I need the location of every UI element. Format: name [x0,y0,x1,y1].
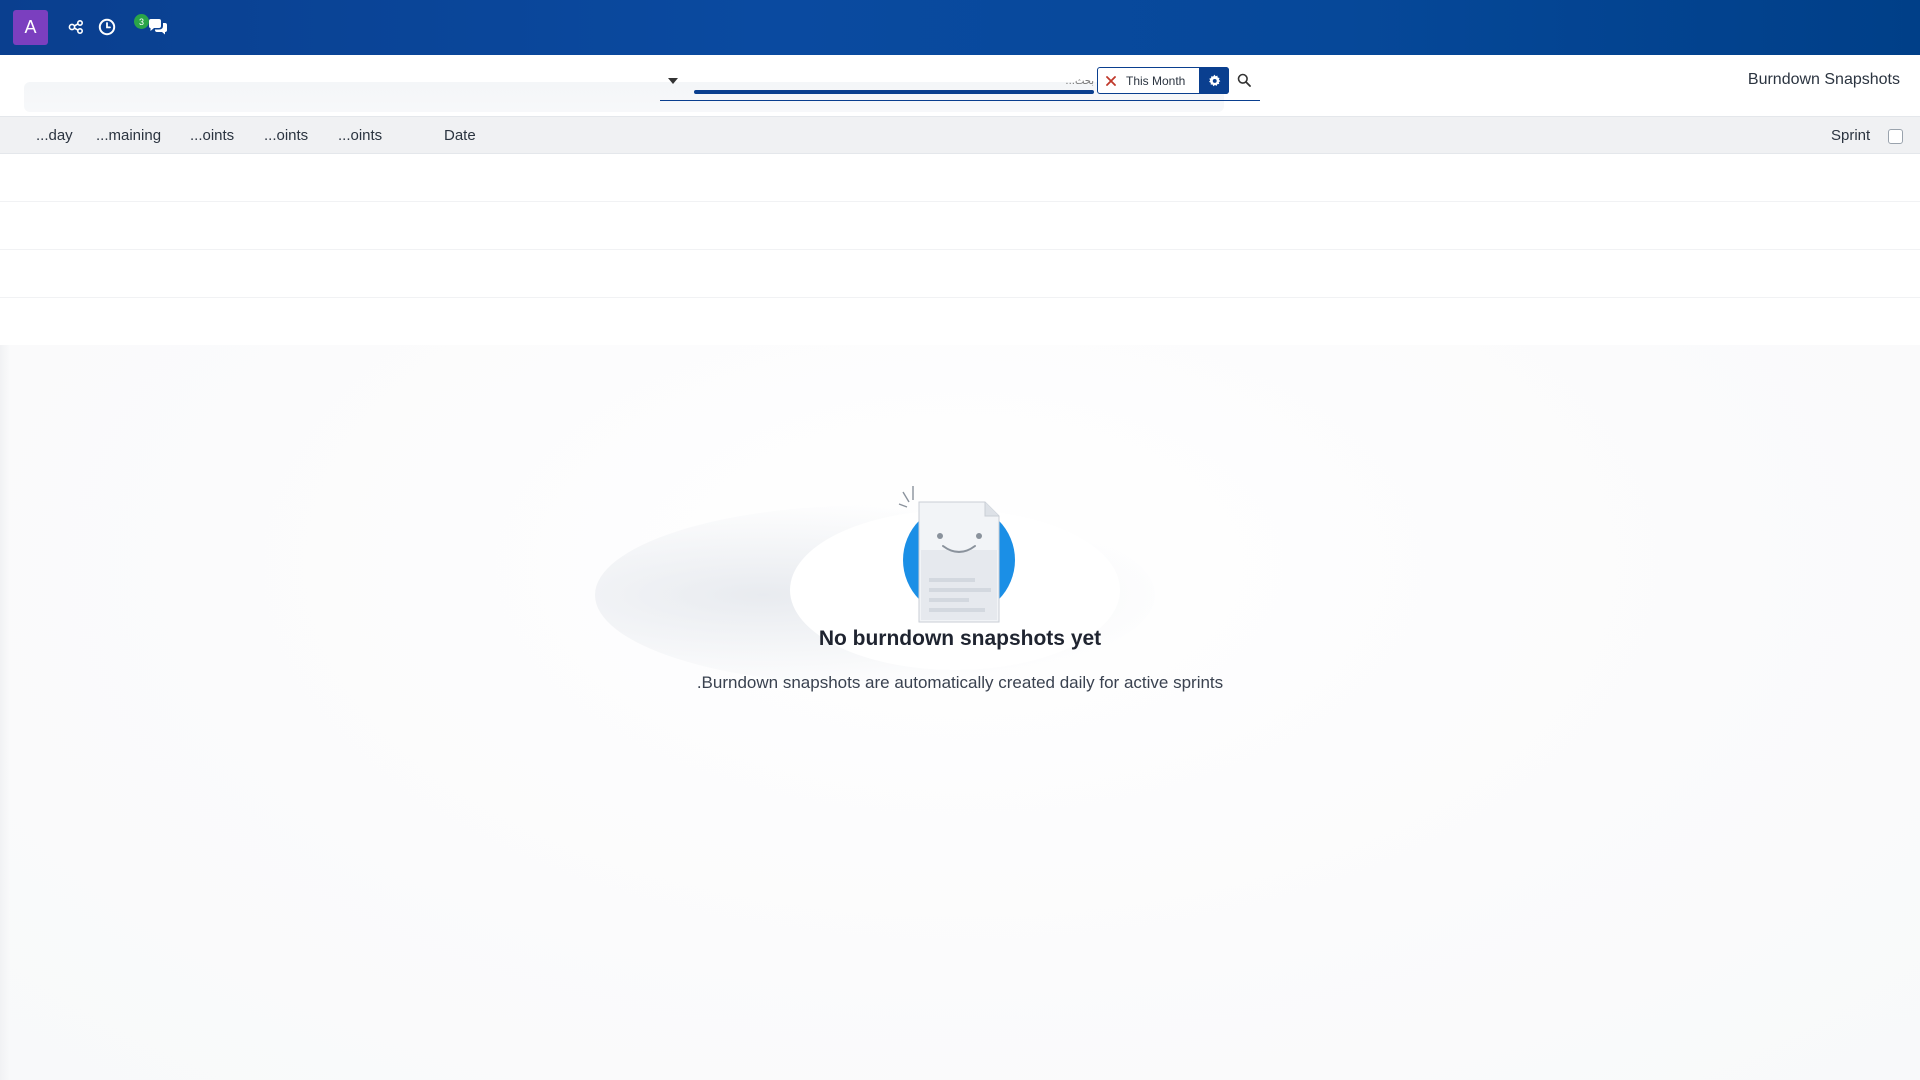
select-all-checkbox[interactable] [1888,129,1903,144]
page-title: Burndown Snapshots [1747,71,1900,88]
facet-remove-button[interactable] [1098,68,1124,93]
search-icon [1237,73,1251,87]
list-row-placeholder [0,250,1920,298]
column-header-points-1[interactable]: ...oints [190,127,234,144]
avatar-letter: A [24,17,37,37]
empty-document-illustration [895,480,1025,625]
messages-count-badge: 3 [134,14,149,29]
column-header-day[interactable]: ...day [36,127,73,144]
empty-state-background [0,345,1920,1080]
column-header-sprint[interactable]: Sprint [1831,127,1870,144]
empty-state-title: No burndown snapshots yet [818,627,1102,650]
column-header-date[interactable]: Date [444,127,476,144]
clock-icon[interactable] [96,16,118,38]
close-icon [1106,75,1116,86]
empty-state-subtitle: .Burndown snapshots are automatically cr… [696,673,1224,692]
search-options-dropdown[interactable] [666,74,680,88]
column-header-points-3[interactable]: ...oints [338,127,382,144]
list-row-placeholder [0,154,1920,202]
facet-label: This Month [1126,73,1186,88]
facet-filter-icon-box [1199,67,1229,94]
list-row-placeholder [0,298,1920,346]
top-navbar: A 3 [0,0,1920,55]
caret-down-icon [668,78,678,84]
column-header-remaining[interactable]: ...maining [96,127,161,144]
filter-facet[interactable]: This Month [1097,67,1229,94]
search-input-underline [694,90,1094,94]
list-header: ...day ...maining ...oints ...oints ...o… [0,116,1920,154]
smiling-document-icon [898,486,1015,623]
share-nodes-icon[interactable] [65,16,87,38]
cog-icon [1208,74,1220,87]
list-row-placeholder [0,202,1920,250]
search-button[interactable] [1234,70,1254,90]
search-input[interactable] [694,70,1094,92]
column-header-points-2[interactable]: ...oints [264,127,308,144]
left-edge-shade [0,345,10,1080]
user-avatar[interactable]: A [13,10,48,45]
